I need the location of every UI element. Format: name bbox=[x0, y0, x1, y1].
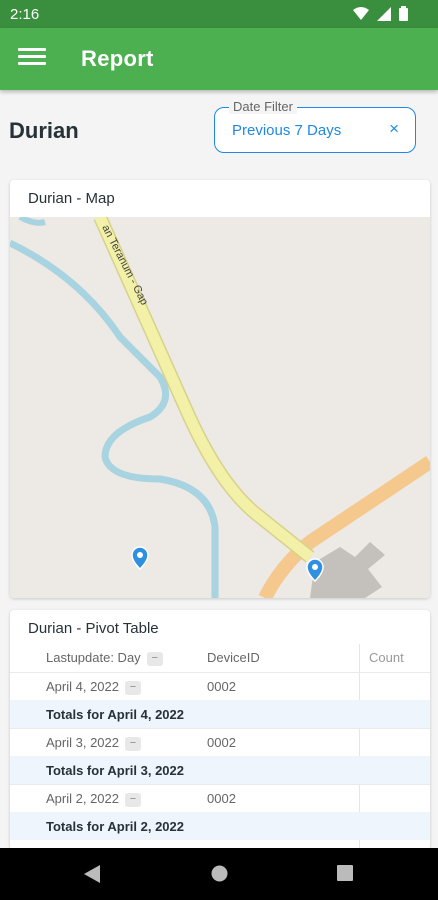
collapse-button[interactable]: − bbox=[146, 651, 163, 666]
table-row: April 4, 2022− 0002 bbox=[10, 672, 430, 700]
home-icon[interactable] bbox=[211, 865, 228, 882]
row-device: 0002 bbox=[207, 735, 236, 750]
date-filter-field[interactable]: Date Filter Previous 7 Days × bbox=[214, 99, 416, 153]
totals-row: Totals for April 4, 2022 bbox=[10, 700, 430, 728]
signal-icon bbox=[377, 6, 391, 21]
header-day-label: Lastupdate: Day bbox=[46, 650, 141, 665]
row-divider bbox=[10, 672, 430, 673]
row-date-cell: April 2, 2022− bbox=[46, 791, 141, 807]
row-date: April 4, 2022 bbox=[46, 679, 119, 694]
row-date: April 3, 2022 bbox=[46, 735, 119, 750]
totals-row: Totals for April 3, 2022 bbox=[10, 756, 430, 784]
app-bar-title: Report bbox=[81, 46, 154, 71]
recents-icon[interactable] bbox=[337, 865, 353, 881]
row-device: 0002 bbox=[207, 679, 236, 694]
collapse-button[interactable]: − bbox=[125, 792, 141, 807]
pivot-card: Durian - Pivot Table Lastupdate: Day − De… bbox=[10, 610, 430, 850]
header-device-label: DeviceID bbox=[207, 650, 260, 665]
table-row: April 3, 2022− 0002 bbox=[10, 728, 430, 756]
app-bar: Report bbox=[0, 28, 438, 90]
collapse-button[interactable]: − bbox=[125, 736, 141, 751]
map-card-title: Durian - Map bbox=[28, 190, 115, 207]
totals-label: Totals for April 3, 2022 bbox=[46, 763, 184, 778]
row-date-cell: April 4, 2022− bbox=[46, 679, 141, 695]
back-icon[interactable] bbox=[84, 865, 100, 883]
row-divider bbox=[10, 784, 430, 785]
page-title: Durian bbox=[9, 118, 79, 143]
totals-row: Totals for April 2, 2022 bbox=[10, 812, 430, 840]
map-view[interactable]: an Teranum - Gap bbox=[10, 214, 430, 598]
close-icon[interactable]: × bbox=[389, 119, 399, 139]
menu-icon[interactable] bbox=[18, 48, 46, 70]
totals-label: Totals for April 2, 2022 bbox=[46, 819, 184, 834]
totals-label: Totals for April 4, 2022 bbox=[46, 707, 184, 722]
header-day-cell: Lastupdate: Day − bbox=[46, 650, 163, 666]
collapse-button[interactable]: − bbox=[125, 680, 141, 695]
header-count-label: Count bbox=[369, 650, 404, 665]
pivot-header-row: Lastupdate: Day − DeviceID Count bbox=[10, 644, 430, 672]
map-graphic[interactable]: an Teranum - Gap bbox=[10, 214, 430, 598]
system-nav-bar bbox=[0, 848, 438, 900]
table-row: April 2, 2022− 0002 bbox=[10, 784, 430, 812]
date-filter-label: Date Filter bbox=[229, 99, 297, 114]
row-device: 0002 bbox=[207, 791, 236, 806]
status-bar: 2:16 bbox=[0, 0, 438, 28]
date-filter-value[interactable]: Previous 7 Days bbox=[232, 122, 341, 139]
row-date-cell: April 3, 2022− bbox=[46, 735, 141, 751]
pivot-card-title: Durian - Pivot Table bbox=[28, 620, 159, 637]
status-icons bbox=[353, 6, 408, 21]
status-time: 2:16 bbox=[10, 6, 40, 23]
row-date: April 2, 2022 bbox=[46, 791, 119, 806]
row-divider bbox=[10, 728, 430, 729]
battery-icon bbox=[399, 6, 408, 21]
wifi-icon bbox=[353, 6, 369, 20]
map-card: Durian - Map an Teranum - Gap bbox=[10, 180, 430, 598]
